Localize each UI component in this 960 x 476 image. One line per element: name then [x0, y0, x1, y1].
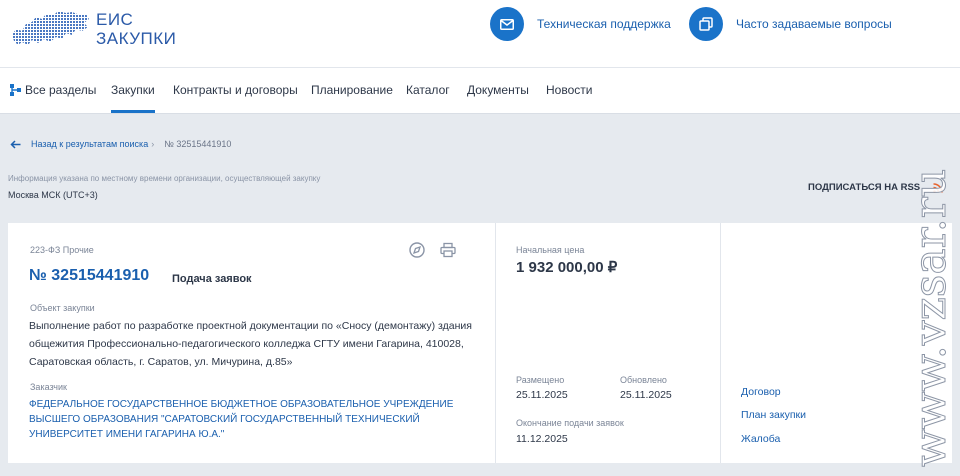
deadline-label: Окончание подачи заявок: [516, 418, 624, 428]
nav-item-contracts[interactable]: Контракты и договоры: [173, 83, 298, 97]
price-label: Начальная цена: [516, 245, 585, 255]
customer-label: Заказчик: [30, 382, 67, 392]
contract-link[interactable]: Договор: [741, 386, 781, 398]
sitemap-icon: [10, 84, 21, 96]
watermark: www.vzsar.ru: [905, 168, 955, 467]
logo-text: ЕИС ЗАКУПКИ: [96, 10, 177, 48]
initial-price: 1 932 000,00 ₽: [516, 259, 618, 276]
eis-logo[interactable]: ЕИС ЗАКУПКИ: [10, 9, 182, 49]
object-label: Объект закупки: [30, 303, 95, 313]
object-description: Выполнение работ по разработке проектной…: [29, 320, 472, 368]
main-nav: Все разделы Закупки Контракты и договоры…: [0, 68, 960, 114]
watermark-text: www.vzsar.ru: [905, 169, 955, 467]
column-divider: [495, 223, 496, 463]
faq-link[interactable]: Часто задаваемые вопросы: [689, 6, 892, 42]
procurement-number[interactable]: № 32515441910: [29, 267, 149, 285]
nav-item-documents[interactable]: Документы: [467, 83, 529, 97]
nav-item-news[interactable]: Новости: [546, 83, 592, 97]
updated-label: Обновлено: [620, 375, 667, 385]
faq-label: Часто задаваемые вопросы: [736, 17, 892, 31]
posted-date: 25.11.2025: [516, 389, 568, 401]
procurement-card: 223-ФЗ Прочие № 32515441910 Подача заяво…: [8, 223, 952, 463]
nav-label: Все разделы: [25, 83, 97, 97]
procurement-plan-link[interactable]: План закупки: [741, 409, 806, 421]
compass-icon[interactable]: [409, 242, 425, 258]
nav-item-all-sections[interactable]: Все разделы: [10, 83, 96, 97]
customer-link[interactable]: ФЕДЕРАЛЬНОЕ ГОСУДАРСТВЕННОЕ БЮДЖЕТНОЕ ОБ…: [29, 397, 479, 442]
procurement-stage: Подача заявок: [172, 273, 252, 285]
complaint-link[interactable]: Жалоба: [741, 433, 780, 445]
timezone-value: Москва МСК (UTC+3): [8, 190, 98, 200]
updated-date: 25.11.2025: [620, 389, 672, 401]
breadcrumb: Назад к результатам поиска › № 325154419…: [10, 137, 231, 151]
nav-item-planning[interactable]: Планирование: [311, 83, 393, 97]
breadcrumb-current: № 32515441910: [164, 139, 232, 149]
breadcrumb-separator: ›: [151, 139, 155, 149]
law-type: 223-ФЗ Прочие: [30, 245, 94, 255]
russia-map-icon: [12, 11, 89, 45]
column-divider: [720, 223, 721, 463]
back-to-results-link[interactable]: Назад к результатам поиска: [31, 139, 148, 149]
mail-icon: [490, 7, 524, 41]
support-label: Техническая поддержка: [537, 17, 671, 31]
timezone-note: Информация указана по местному времени о…: [8, 174, 321, 183]
nav-item-catalog[interactable]: Каталог: [406, 83, 450, 97]
print-icon[interactable]: [440, 242, 456, 258]
posted-label: Размещено: [516, 375, 565, 385]
copy-icon: [689, 7, 723, 41]
deadline-date: 11.12.2025: [516, 433, 568, 445]
site-header: ЕИС ЗАКУПКИ Техническая поддержка Часто …: [0, 0, 960, 68]
support-link[interactable]: Техническая поддержка: [490, 6, 671, 42]
arrow-left-icon[interactable]: [10, 139, 21, 149]
rss-label: ПОДПИСАТЬСЯ НА RSS: [808, 182, 921, 193]
nav-item-purchases[interactable]: Закупки: [111, 83, 155, 113]
